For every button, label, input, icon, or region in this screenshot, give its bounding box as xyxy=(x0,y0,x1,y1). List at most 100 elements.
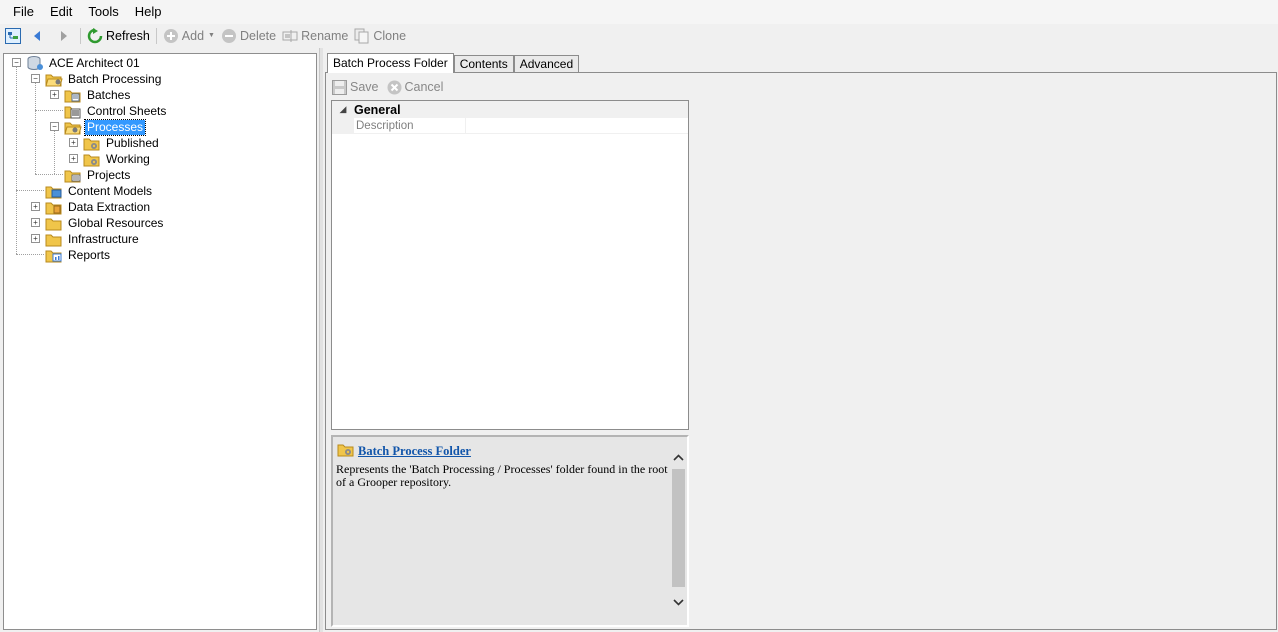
database-icon xyxy=(26,55,44,71)
expand-toggle[interactable]: + xyxy=(31,234,40,243)
toolbar: Refresh Add ▼ Delete Rename Clone xyxy=(0,24,1278,47)
save-label: Save xyxy=(350,80,379,94)
toolbar-separator xyxy=(155,27,157,44)
process-folder-icon xyxy=(83,152,101,167)
collapse-toggle[interactable]: − xyxy=(12,58,21,67)
menu-file[interactable]: File xyxy=(0,0,42,24)
tree-node-label: Working xyxy=(106,151,150,166)
tree-connector xyxy=(54,131,55,174)
tree-node-global-resources[interactable]: Global Resources xyxy=(45,215,165,231)
tree-node-working[interactable]: Working xyxy=(83,151,152,167)
property-value[interactable] xyxy=(466,118,688,134)
rename-label: Rename xyxy=(301,28,349,43)
help-scrollbar[interactable] xyxy=(670,437,687,625)
save-button[interactable]: Save xyxy=(332,79,379,95)
clone-button[interactable]: Clone xyxy=(351,25,409,46)
back-button[interactable] xyxy=(27,25,52,46)
projects-folder-icon xyxy=(64,168,82,183)
collapse-toggle[interactable]: − xyxy=(31,74,40,83)
toolbar-separator xyxy=(80,27,81,44)
process-folder-icon xyxy=(83,136,101,151)
rename-icon xyxy=(282,28,298,44)
save-icon xyxy=(332,79,347,95)
tree-node-infrastructure[interactable]: Infrastructure xyxy=(45,231,141,247)
help-title: Batch Process Folder xyxy=(337,442,471,460)
delete-label: Delete xyxy=(239,28,277,43)
cancel-label: Cancel xyxy=(404,80,444,94)
back-arrow-icon xyxy=(30,28,46,44)
tab-advanced[interactable]: Advanced xyxy=(513,55,580,73)
tree-connector xyxy=(35,174,63,175)
menu-tools[interactable]: Tools xyxy=(80,0,126,24)
tree-node-label: Batch Processing xyxy=(68,71,162,86)
expand-toggle[interactable]: + xyxy=(31,218,40,227)
property-grid[interactable]: ◢ General Description xyxy=(331,100,689,430)
expand-toggle[interactable]: + xyxy=(31,202,40,211)
add-label: Add xyxy=(181,28,205,43)
help-panel: Batch Process Folder Represents the 'Bat… xyxy=(331,435,689,627)
property-category-general[interactable]: ◢ General xyxy=(332,101,688,118)
property-name: Description xyxy=(354,118,466,134)
folder-open-icon xyxy=(64,120,82,135)
tab-contents[interactable]: Contents xyxy=(453,55,514,73)
tree-node-content-models[interactable]: Content Models xyxy=(45,183,154,199)
scroll-up-icon[interactable] xyxy=(670,449,687,466)
category-label: General xyxy=(354,102,401,117)
help-title-link[interactable]: Batch Process Folder xyxy=(358,444,471,459)
tree-connector xyxy=(16,190,44,191)
cancel-button[interactable]: Cancel xyxy=(387,80,444,95)
help-description: Represents the 'Batch Processing / Proce… xyxy=(336,462,668,489)
tree-node-batch-processing[interactable]: Batch Processing xyxy=(45,71,163,87)
collapse-triangle-icon[interactable]: ◢ xyxy=(332,104,354,115)
rename-button[interactable]: Rename xyxy=(279,25,351,46)
tree-node-root[interactable]: ACE Architect 01 xyxy=(26,55,142,71)
forward-button[interactable] xyxy=(52,25,77,46)
tree-node-batches[interactable]: Batches xyxy=(64,87,132,103)
property-row-description[interactable]: Description xyxy=(332,118,688,134)
tree-node-projects[interactable]: Projects xyxy=(64,167,132,183)
tree-node-label: Projects xyxy=(87,167,131,182)
batch-folder-icon xyxy=(64,88,82,103)
scrollbar-thumb[interactable] xyxy=(672,469,685,587)
content-models-folder-icon xyxy=(45,184,63,199)
tree-node-reports[interactable]: Reports xyxy=(45,247,112,263)
tree-view-button[interactable] xyxy=(2,25,27,46)
tree-node-published[interactable]: Published xyxy=(83,135,161,151)
collapse-toggle[interactable]: − xyxy=(50,122,59,131)
tree-node-label: Processes xyxy=(83,118,147,136)
control-sheets-icon xyxy=(64,104,82,119)
tab-batch-process-folder[interactable]: Batch Process Folder xyxy=(327,53,454,73)
expand-toggle[interactable]: + xyxy=(69,154,78,163)
folder-icon xyxy=(45,232,63,247)
tree-node-processes[interactable]: Processes xyxy=(64,118,147,136)
tree-node-label: Global Resources xyxy=(68,215,164,230)
scroll-down-icon[interactable] xyxy=(670,594,687,611)
folder-icon xyxy=(45,216,63,231)
clone-icon xyxy=(354,28,370,44)
refresh-label: Refresh xyxy=(106,28,150,43)
tree-connector xyxy=(16,67,17,254)
tree-node-control-sheets[interactable]: Control Sheets xyxy=(64,103,168,119)
folder-open-icon xyxy=(45,72,63,87)
tree-connector xyxy=(35,83,36,174)
tree-node-data-extraction[interactable]: Data Extraction xyxy=(45,199,152,215)
menu-bar: File Edit Tools Help xyxy=(0,0,1278,24)
details-area: Batch Process Folder Contents Advanced S… xyxy=(325,53,1278,632)
tree-node-label: Infrastructure xyxy=(68,231,139,246)
property-row-margin xyxy=(332,118,354,134)
tab-strip: Batch Process Folder Contents Advanced xyxy=(327,53,580,73)
refresh-button[interactable]: Refresh xyxy=(84,25,153,46)
tree-connector xyxy=(16,254,44,255)
add-button[interactable]: Add ▼ xyxy=(160,25,218,46)
expand-toggle[interactable]: + xyxy=(50,90,59,99)
menu-edit[interactable]: Edit xyxy=(42,0,80,24)
menu-help[interactable]: Help xyxy=(127,0,170,24)
expand-toggle[interactable]: + xyxy=(69,138,78,147)
data-extraction-folder-icon xyxy=(45,200,63,215)
repository-tree[interactable]: ACE Architect 01 − Batch Processing − Ba… xyxy=(3,53,317,630)
delete-button[interactable]: Delete xyxy=(218,25,279,46)
panel-splitter[interactable] xyxy=(319,48,323,632)
forward-arrow-icon xyxy=(55,28,71,44)
tree-node-label: Reports xyxy=(68,247,111,262)
tree-node-label: Data Extraction xyxy=(68,199,151,214)
